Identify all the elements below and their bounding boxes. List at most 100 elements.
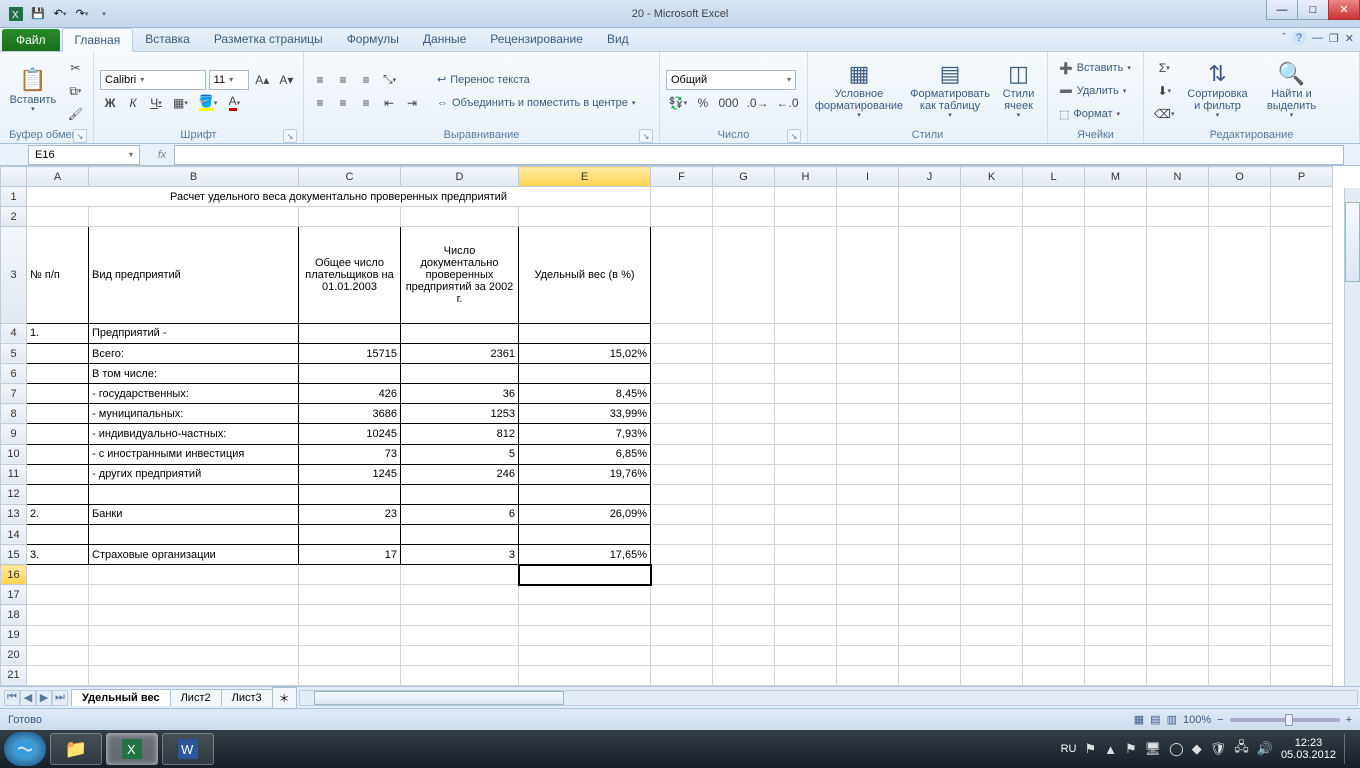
cell-K17[interactable] [961, 585, 1023, 605]
cell-L13[interactable] [1023, 504, 1085, 524]
workbook-restore-icon[interactable]: ❐ [1329, 32, 1339, 45]
workbook-close-icon[interactable]: ✕ [1345, 32, 1354, 45]
cell-B21[interactable] [89, 665, 299, 685]
cell-P3[interactable] [1271, 227, 1333, 324]
row-header-21[interactable]: 21 [1, 665, 27, 685]
cell-O19[interactable] [1209, 625, 1271, 645]
col-header-E[interactable]: E [519, 167, 651, 187]
cell-styles-button[interactable]: ◫Стили ячеек▾ [996, 56, 1041, 126]
cell-K12[interactable] [961, 484, 1023, 504]
cell-B18[interactable] [89, 605, 299, 625]
row-header-2[interactable]: 2 [1, 207, 27, 227]
cell-M16[interactable] [1085, 565, 1147, 585]
cell-J17[interactable] [899, 585, 961, 605]
cell-J9[interactable] [899, 424, 961, 444]
align-middle-button[interactable]: ≡ [333, 70, 353, 90]
cell-G14[interactable] [713, 524, 775, 544]
cell-I10[interactable] [837, 444, 899, 464]
cell-I5[interactable] [837, 343, 899, 363]
autosum-button[interactable]: Σ▾ [1150, 58, 1178, 78]
cell-C20[interactable] [299, 645, 401, 665]
cell-B17[interactable] [89, 585, 299, 605]
cell-H14[interactable] [775, 524, 837, 544]
file-tab[interactable]: Файл [2, 29, 60, 51]
cell-H9[interactable] [775, 424, 837, 444]
cell-J4[interactable] [899, 323, 961, 343]
qat-customize-icon[interactable]: ▾ [94, 4, 114, 24]
cell-C21[interactable] [299, 665, 401, 685]
cell-B9[interactable]: - индивидуально-частных: [89, 424, 299, 444]
cell-J14[interactable] [899, 524, 961, 544]
cell-M7[interactable] [1085, 384, 1147, 404]
row-header-7[interactable]: 7 [1, 384, 27, 404]
cell-D21[interactable] [401, 665, 519, 685]
tray-app-icon[interactable]: ◆ [1192, 741, 1202, 757]
cell-H15[interactable] [775, 545, 837, 565]
cell-K5[interactable] [961, 343, 1023, 363]
zoom-out-button[interactable]: − [1217, 714, 1223, 726]
cell-A8[interactable] [27, 404, 89, 424]
cell-E11[interactable]: 19,76% [519, 464, 651, 484]
cell-H8[interactable] [775, 404, 837, 424]
cell-B8[interactable]: - муниципальных: [89, 404, 299, 424]
cell-P15[interactable] [1271, 545, 1333, 565]
align-right-button[interactable]: ≡ [356, 93, 376, 113]
row-header-8[interactable]: 8 [1, 404, 27, 424]
row-header-10[interactable]: 10 [1, 444, 27, 464]
col-header-N[interactable]: N [1147, 167, 1209, 187]
cell-E14[interactable] [519, 524, 651, 544]
cell-K21[interactable] [961, 665, 1023, 685]
view-page-break-icon[interactable]: ▥ [1167, 713, 1177, 726]
cell-G10[interactable] [713, 444, 775, 464]
cell-P16[interactable] [1271, 565, 1333, 585]
cell-P19[interactable] [1271, 625, 1333, 645]
cell-A18[interactable] [27, 605, 89, 625]
cell-I16[interactable] [837, 565, 899, 585]
ribbon-tab-6[interactable]: Вид [595, 28, 641, 51]
cell-M10[interactable] [1085, 444, 1147, 464]
cell-E5[interactable]: 15,02% [519, 343, 651, 363]
cell-F3[interactable] [651, 227, 713, 324]
row-header-14[interactable]: 14 [1, 524, 27, 544]
col-header-I[interactable]: I [837, 167, 899, 187]
horizontal-scrollbar[interactable] [299, 690, 1358, 706]
cell-M15[interactable] [1085, 545, 1147, 565]
col-header-B[interactable]: B [89, 167, 299, 187]
help-icon[interactable]: ? [1292, 31, 1306, 45]
cell-I18[interactable] [837, 605, 899, 625]
row-header-11[interactable]: 11 [1, 464, 27, 484]
underline-button[interactable]: Ч▾ [146, 93, 166, 113]
cell-A10[interactable] [27, 444, 89, 464]
new-sheet-button[interactable]: ＊ [272, 687, 297, 708]
cell-I11[interactable] [837, 464, 899, 484]
cell-O12[interactable] [1209, 484, 1271, 504]
zoom-in-button[interactable]: + [1346, 714, 1352, 726]
cell-N18[interactable] [1147, 605, 1209, 625]
tray-network-icon[interactable]: 🖧 [1234, 738, 1249, 760]
cell-O8[interactable] [1209, 404, 1271, 424]
cell-L16[interactable] [1023, 565, 1085, 585]
cell-N21[interactable] [1147, 665, 1209, 685]
cell-H6[interactable] [775, 364, 837, 384]
cell-G11[interactable] [713, 464, 775, 484]
decrease-decimal-button[interactable]: ←.0 [774, 93, 801, 113]
cell-P12[interactable] [1271, 484, 1333, 504]
cell-M20[interactable] [1085, 645, 1147, 665]
cell-A5[interactable] [27, 343, 89, 363]
cell-N11[interactable] [1147, 464, 1209, 484]
taskbar-word-icon[interactable]: W [162, 733, 214, 765]
cell-A9[interactable] [27, 424, 89, 444]
cell-A21[interactable] [27, 665, 89, 685]
cell-N16[interactable] [1147, 565, 1209, 585]
cell-K19[interactable] [961, 625, 1023, 645]
cell-J1[interactable] [899, 187, 961, 207]
cell-F18[interactable] [651, 605, 713, 625]
format-as-table-button[interactable]: ▤Форматировать как таблицу▾ [908, 56, 992, 126]
increase-indent-button[interactable]: ⇥ [402, 93, 422, 113]
col-header-K[interactable]: K [961, 167, 1023, 187]
cell-E13[interactable]: 26,09% [519, 504, 651, 524]
cell-F20[interactable] [651, 645, 713, 665]
cell-H21[interactable] [775, 665, 837, 685]
cell-B7[interactable]: - государственных: [89, 384, 299, 404]
cell-G16[interactable] [713, 565, 775, 585]
